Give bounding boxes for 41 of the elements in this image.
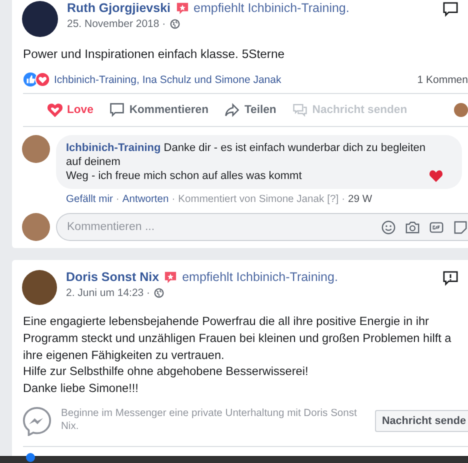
- globe-icon: [170, 19, 180, 29]
- author-name[interactable]: Doris Sonst Nix: [66, 270, 160, 284]
- action-button[interactable]: Love: [47, 100, 94, 120]
- comment-link[interactable]: Antworten: [122, 194, 169, 205]
- report-icon[interactable]: [443, 271, 458, 286]
- post-date[interactable]: 2. Juni um 14:23 ·: [66, 287, 150, 299]
- reaction-icons[interactable]: [23, 72, 51, 87]
- recommend-text: empfiehlt Ichbinich-Training.: [194, 1, 350, 15]
- post-text: Eine engagierte lebensbejahende Powerfrau die all ihre positive Energie in ihr Programm steckt und unzähligen Frauen bei kleinen und großen Problemen hilft a ihre eigenen Fähigkeiten zu vertrauen. Hilfe zur Selbsthilfe ohne abgehobene Besserwisserei! Danke liebe Simone!!!: [22, 313, 452, 397]
- send-message-button[interactable]: Nachricht sende: [374, 410, 468, 432]
- separator-dot: ·: [116, 194, 120, 205]
- share-arrow-icon: [224, 102, 240, 118]
- speech-bubble-icon: [109, 102, 126, 118]
- post-text: Power und Inspirationen einfach klasse. 5Sterne: [22, 46, 286, 63]
- camera-icon[interactable]: [405, 220, 420, 234]
- heart-icon: [47, 102, 63, 118]
- messenger-prompt: Beginne im Messenger eine private Unterhaltung mit Doris Sonst Nix.: [61, 408, 358, 434]
- comment-note: Kommentiert von Simone Janak: [178, 194, 324, 205]
- reaction-names[interactable]: Ichbinich-Training, Ina Schulz und Simone Janak: [54, 74, 418, 86]
- separator-dot: ·: [342, 194, 346, 205]
- comment-input[interactable]: Kommentieren ...: [67, 221, 372, 233]
- comment-age[interactable]: 29 W: [348, 194, 372, 205]
- action-button[interactable]: Teilen: [224, 100, 276, 120]
- globe-icon: [154, 288, 164, 298]
- heart-icon: [428, 170, 442, 182]
- separator-dot: ·: [172, 194, 176, 205]
- post-date[interactable]: 25. November 2018 ·: [67, 18, 166, 30]
- action-button[interactable]: Kommentieren: [109, 100, 208, 120]
- gif-icon[interactable]: [429, 220, 444, 234]
- emoji-icon[interactable]: [381, 220, 396, 234]
- recommend-icon: [164, 270, 178, 284]
- comment-text: Ichbinich-Training Danke dir - es ist einfach wunderbar dich zu begleiten auf deinem Weg - ich freue mich schon auf alles was kommt: [66, 141, 426, 183]
- author-name[interactable]: Ruth Gjorgjievski: [67, 1, 170, 15]
- messenger-icon[interactable]: [22, 406, 52, 436]
- sticker-icon[interactable]: [453, 220, 468, 234]
- comment-count[interactable]: 1 Kommen: [417, 74, 468, 86]
- report-icon[interactable]: [443, 2, 458, 17]
- recommend-text: empfiehlt Ichbinich-Training.: [182, 270, 338, 284]
- chat-bubbles-icon: [292, 102, 308, 118]
- comment-link[interactable]: Gefällt mir: [66, 194, 113, 205]
- comment-field[interactable]: Kommentieren ...: [56, 213, 468, 241]
